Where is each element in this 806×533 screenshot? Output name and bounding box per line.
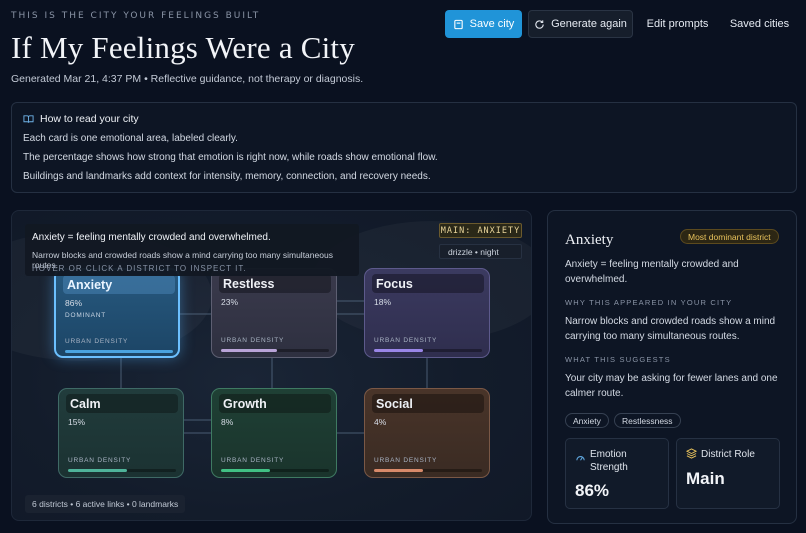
help-line: The percentage shows how strong that emo…: [23, 152, 438, 163]
district-growth[interactable]: Growth 8% URBAN DENSITY: [211, 388, 337, 478]
how-to-read-heading: How to read your city: [23, 113, 139, 125]
suggest-text: Your city may be asking for fewer lanes …: [565, 373, 778, 399]
page-title: If My Feelings Were a City: [11, 30, 355, 65]
gauge-icon: [576, 456, 585, 461]
help-line: Each card is one emotional area, labeled…: [23, 133, 238, 144]
book-icon: [23, 115, 34, 123]
district-detail-panel: Anxiety Most dominant district Anxiety =…: [547, 210, 797, 524]
tooltip-hint: HOVER OR CLICK A DISTRICT TO INSPECT IT.: [32, 264, 247, 273]
district-restless[interactable]: Restless 23% URBAN DENSITY: [211, 268, 337, 358]
district-role-label: District Role: [701, 449, 755, 460]
generate-again-label: Generate again: [551, 18, 627, 30]
district-name: Anxiety: [63, 275, 175, 294]
district-percent: 86%: [65, 298, 83, 308]
urban-density-bar: [65, 350, 173, 353]
urban-density-fill: [221, 469, 270, 472]
district-percent: 8%: [221, 417, 234, 427]
urban-density-label: URBAN DENSITY: [68, 457, 132, 464]
urban-density-label: URBAN DENSITY: [65, 338, 129, 345]
district-focus[interactable]: Focus 18% URBAN DENSITY: [364, 268, 490, 358]
emotion-strength-label-row: Emotion Strength: [575, 448, 650, 474]
district-name: Restless: [219, 274, 331, 293]
urban-density-bar: [374, 469, 482, 472]
save-city-button[interactable]: Save city: [445, 10, 522, 38]
tag-chip[interactable]: Anxiety: [565, 413, 609, 428]
urban-density-fill: [68, 469, 128, 472]
saved-cities-button[interactable]: Saved cities: [722, 10, 797, 38]
district-name: Calm: [66, 394, 178, 413]
panel-definition: Anxiety = feeling mentally crowded and o…: [565, 259, 739, 285]
urban-density-bar: [68, 469, 176, 472]
district-role-label-row: District Role: [686, 448, 755, 461]
urban-density-fill: [374, 469, 423, 472]
city-map[interactable]: Anxiety = feeling mentally crowded and o…: [11, 210, 532, 521]
district-percent: 4%: [374, 417, 387, 427]
dominant-badge: Most dominant district: [680, 229, 779, 244]
urban-density-label: URBAN DENSITY: [221, 457, 285, 464]
why-heading: WHY THIS APPEARED IN YOUR CITY: [565, 298, 733, 307]
urban-density-label: URBAN DENSITY: [221, 337, 285, 344]
district-percent: 15%: [68, 417, 86, 427]
tooltip-title: Anxiety = feeling mentally crowded and o…: [32, 232, 271, 243]
tag-chip[interactable]: Restlessness: [614, 413, 681, 428]
page-eyebrow: THIS IS THE CITY YOUR FEELINGS BUILT: [11, 11, 261, 21]
district-name: Focus: [372, 274, 484, 293]
layers-icon: [686, 448, 697, 459]
panel-title: Anxiety: [565, 232, 614, 248]
district-name: Growth: [219, 394, 331, 413]
page-subtitle: Generated Mar 21, 4:37 PM • Reflective g…: [11, 73, 364, 85]
district-name: Social: [372, 394, 484, 413]
urban-density-label: URBAN DENSITY: [374, 337, 438, 344]
how-to-read-title: How to read your city: [40, 113, 139, 125]
urban-density-bar: [221, 469, 329, 472]
help-line: Buildings and landmarks add context for …: [23, 171, 431, 182]
urban-density-bar: [221, 349, 329, 352]
urban-density-label: URBAN DENSITY: [374, 457, 438, 464]
district-anxiety[interactable]: Anxiety 86% DOMINANT URBAN DENSITY: [54, 268, 180, 358]
urban-density-fill: [65, 350, 173, 353]
district-tooltip: Anxiety = feeling mentally crowded and o…: [25, 224, 359, 276]
bookmark-icon: [453, 19, 463, 29]
emotion-strength-label: Emotion Strength: [590, 449, 628, 473]
district-social[interactable]: Social 4% URBAN DENSITY: [364, 388, 490, 478]
district-role-value: Main: [686, 469, 725, 488]
dominant-label: DOMINANT: [65, 312, 107, 319]
district-calm[interactable]: Calm 15% URBAN DENSITY: [58, 388, 184, 478]
generate-again-button[interactable]: Generate again: [528, 10, 633, 38]
district-percent: 23%: [221, 297, 239, 307]
urban-density-bar: [374, 349, 482, 352]
edit-prompts-button[interactable]: Edit prompts: [640, 10, 715, 38]
district-role-card: District Role Main: [676, 438, 780, 509]
emotion-strength-card: Emotion Strength 86%: [565, 438, 669, 509]
suggest-heading: WHAT THIS SUGGESTS: [565, 355, 671, 364]
why-text: Narrow blocks and crowded roads show a m…: [565, 316, 776, 342]
save-city-label: Save city: [469, 18, 515, 30]
emotion-strength-value: 86%: [575, 481, 610, 500]
refresh-icon: [535, 19, 544, 29]
district-percent: 18%: [374, 297, 392, 307]
urban-density-fill: [221, 349, 278, 352]
urban-density-fill: [374, 349, 423, 352]
how-to-read-card: How to read your city Each card is one e…: [11, 102, 797, 193]
